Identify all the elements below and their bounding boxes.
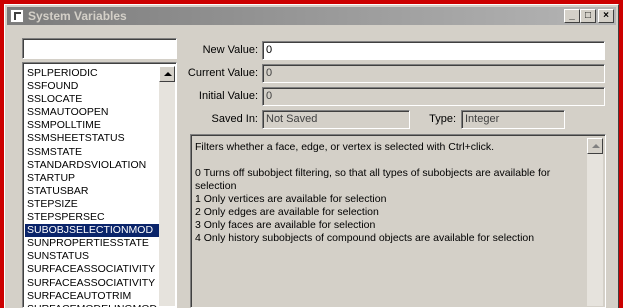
current-value-label: Current Value: [187,67,258,79]
variable-list-item[interactable]: STANDARDSVIOLATION [25,159,159,172]
variable-list-item[interactable]: SUNPROPERTIESSTATE [25,237,159,250]
description-summary: Filters whether a face, edge, or vertex … [195,141,495,153]
variable-list-item[interactable]: SURFACEAUTOTRIM [25,290,159,303]
initial-value-field: 0 [262,87,605,106]
scroll-up-icon[interactable] [159,66,175,82]
variable-list-item[interactable]: SURFACEASSOCIATIVITY [25,277,159,290]
scroll-up-icon[interactable] [587,138,603,154]
description-option: 2 Only edges are available for selection [195,206,379,218]
variable-list-item[interactable]: SSFOUND [25,80,159,93]
variable-list-item[interactable]: SURFACEMODELINGMOD [25,303,159,307]
description-box[interactable]: Filters whether a face, edge, or vertex … [190,134,606,308]
initial-value-label: Initial Value: [198,90,258,102]
description-scrollbar[interactable] [587,138,603,306]
variable-list-item[interactable]: SSMAUTOOPEN [25,106,159,119]
title-bar[interactable]: System Variables _ □ × [7,7,616,25]
new-value-label: New Value: [202,44,258,56]
saved-in-label: Saved In: [211,113,258,125]
variable-list-items: SPLPERIODIC SSFOUND SSLOCATE SSMAUTOOPEN SSM… [25,67,159,307]
variable-list-item[interactable]: SURFACEASSOCIATIVITY [25,263,159,276]
maximize-button[interactable]: □ [580,9,596,23]
type-field: Integer [461,110,565,129]
variable-list-item[interactable]: STARTUP [25,172,159,185]
type-label: Type: [429,113,456,125]
close-button[interactable]: × [598,9,614,23]
variable-list-item[interactable]: SUNSTATUS [25,250,159,263]
description-option: 1 Only vertices are available for select… [195,193,387,205]
description-option: 4 Only history subobjects of compound ob… [195,232,535,244]
variable-list-item[interactable]: SSMSHEETSTATUS [25,132,159,145]
description-option: 3 Only faces are available for selection [195,219,376,231]
app-icon [10,9,24,23]
saved-in-field: Not Saved [262,110,410,129]
current-value-field: 0 [262,64,605,83]
variable-list-item[interactable]: SSMSTATE [25,146,159,159]
variable-list-item[interactable]: SSMPOLLTIME [25,119,159,132]
variable-list-item[interactable]: STATUSBAR [25,185,159,198]
window-title: System Variables [28,9,127,23]
new-value-input[interactable]: 0 [262,41,605,60]
variable-list-item[interactable]: STEPSPERSEC [25,211,159,224]
description-text: Filters whether a face, edge, or vertex … [195,141,587,245]
variable-list-scrollbar[interactable] [159,66,175,306]
minimize-button[interactable]: _ [564,9,580,23]
variable-search-input[interactable] [22,38,177,59]
description-option: 0 Turns off subobject filtering, so that… [195,167,551,192]
variable-list-item[interactable]: SUBOBJSELECTIONMOD [25,224,159,238]
variable-list-item[interactable]: STEPSIZE [25,198,159,211]
variable-list[interactable]: SPLPERIODIC SSFOUND SSLOCATE SSMAUTOOPEN SSM… [22,62,177,308]
variable-list-item[interactable]: SPLPERIODIC [25,67,159,80]
variable-list-item[interactable]: SSLOCATE [25,93,159,106]
